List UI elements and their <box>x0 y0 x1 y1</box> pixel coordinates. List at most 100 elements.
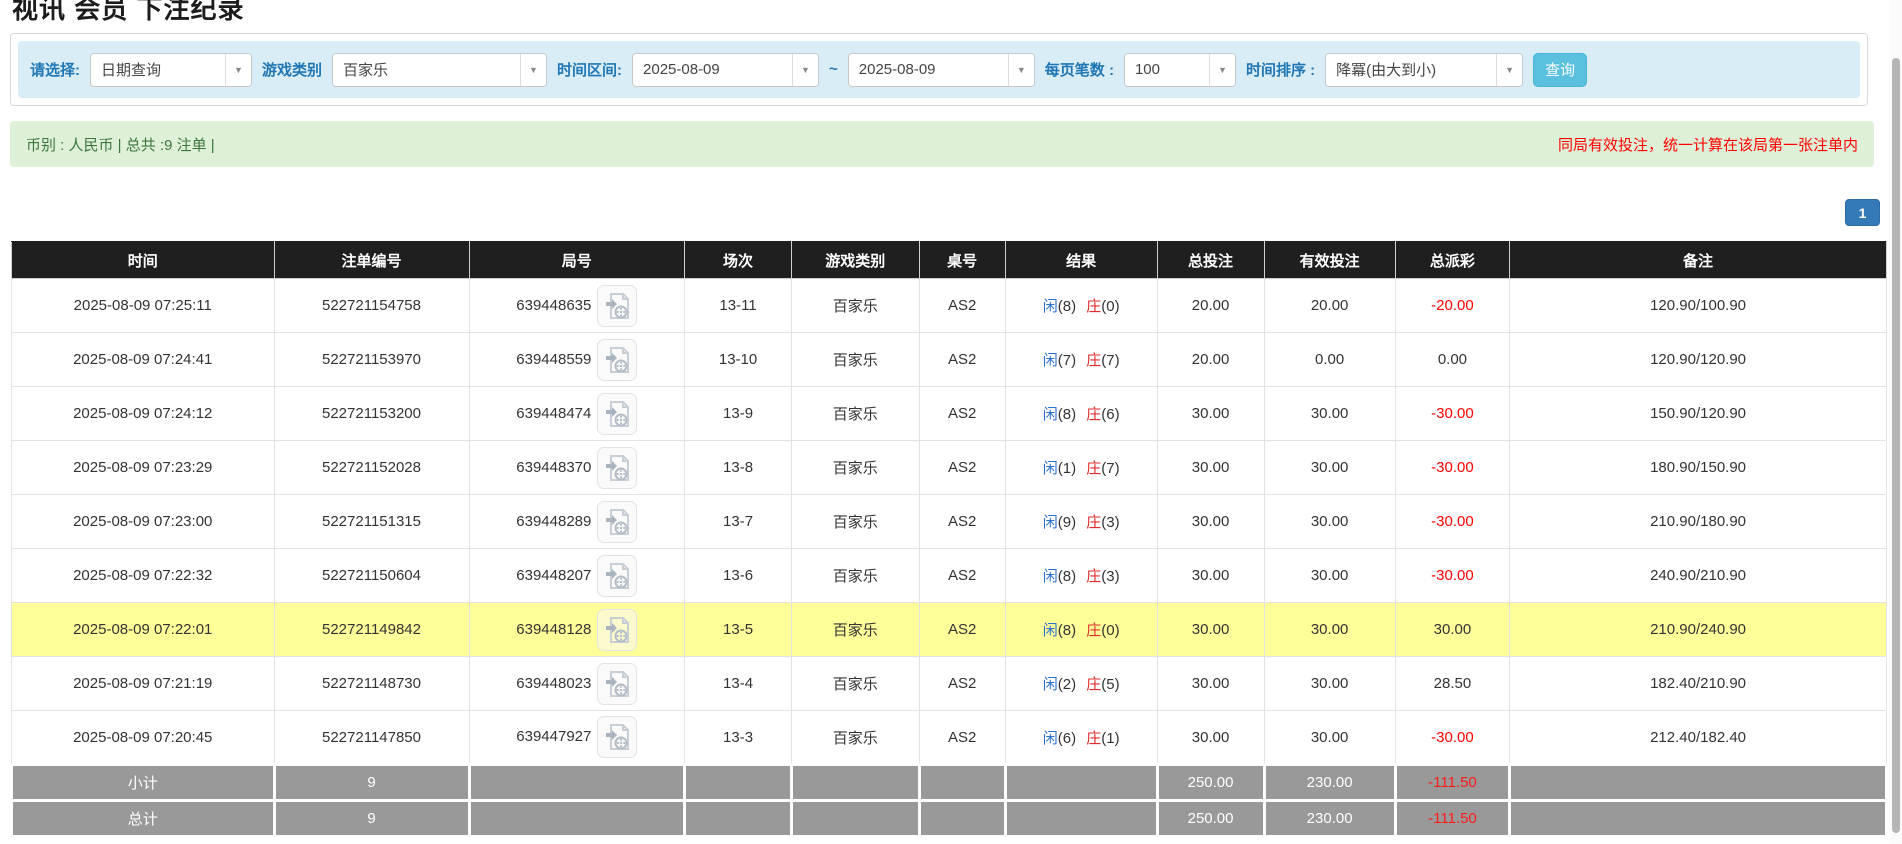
header-note: 备注 <box>1510 242 1887 279</box>
cell-time: 2025-08-09 07:22:32 <box>12 549 275 603</box>
cell-note: 212.40/182.40 <box>1510 711 1887 765</box>
cell-total-bet[interactable]: 30.00 <box>1157 603 1264 657</box>
cell-note: 182.40/210.90 <box>1510 657 1887 711</box>
cell-total-bet[interactable]: 20.00 <box>1157 279 1264 333</box>
header-payout: 总派彩 <box>1395 242 1509 279</box>
cell-note: 210.90/180.90 <box>1510 495 1887 549</box>
result-banker-count: (0) <box>1101 622 1119 639</box>
chevron-down-icon[interactable]: ▼ <box>1496 54 1522 86</box>
cell-game-category: 百家乐 <box>792 333 920 387</box>
cell-payout: 28.50 <box>1395 657 1509 711</box>
result-banker-count: (7) <box>1101 352 1119 369</box>
page: 视讯 会员 下注纪录 请选择: 日期查询 ▼ 游戏类别 百家乐 ▼ 时间区间: … <box>0 0 1902 844</box>
date-to-value: 2025-08-09 <box>849 54 1008 86</box>
video-replay-button[interactable] <box>597 447 637 489</box>
result-banker-label: 庄 <box>1086 514 1101 531</box>
total-payout: -111.50 <box>1395 801 1509 837</box>
round-id-text: 639448635 <box>516 296 591 313</box>
chevron-down-icon[interactable]: ▼ <box>1209 54 1235 86</box>
header-session: 场次 <box>685 242 792 279</box>
subtotal-label: 小计 <box>12 765 275 801</box>
cell-total-bet[interactable]: 30.00 <box>1157 549 1264 603</box>
date-from-select[interactable]: 2025-08-09 ▼ <box>632 53 819 87</box>
cell-total-bet[interactable]: 30.00 <box>1157 495 1264 549</box>
result-banker-label: 庄 <box>1086 568 1101 585</box>
scrollbar-thumb[interactable] <box>1892 58 1900 833</box>
cell-round-id: 639448559 <box>469 333 685 387</box>
cell-total-bet[interactable]: 30.00 <box>1157 387 1264 441</box>
round-id-text: 639448370 <box>516 458 591 475</box>
video-replay-button[interactable] <box>597 285 637 327</box>
video-replay-button[interactable] <box>597 716 637 758</box>
cell-total-bet[interactable]: 30.00 <box>1157 711 1264 765</box>
cell-table-no: AS2 <box>919 495 1005 549</box>
header-time: 时间 <box>12 242 275 279</box>
chevron-down-icon[interactable]: ▼ <box>225 54 251 86</box>
cell-result: 闲(6) 庄(1) <box>1005 711 1157 765</box>
game-category-select[interactable]: 百家乐 ▼ <box>332 53 547 87</box>
chevron-down-icon[interactable]: ▼ <box>1008 54 1034 86</box>
game-category-value: 百家乐 <box>333 54 520 86</box>
cell-total-bet[interactable]: 30.00 <box>1157 441 1264 495</box>
date-to-select[interactable]: 2025-08-09 ▼ <box>848 53 1035 87</box>
round-id-text: 639448474 <box>516 404 591 421</box>
cell-time: 2025-08-09 07:23:29 <box>12 441 275 495</box>
cell-result: 闲(8) 庄(3) <box>1005 549 1157 603</box>
chevron-down-icon[interactable]: ▼ <box>792 54 818 86</box>
cell-table-no: AS2 <box>919 603 1005 657</box>
cell-game-category: 百家乐 <box>792 387 920 441</box>
result-player-label: 闲 <box>1043 460 1058 477</box>
cell-note: 210.90/240.90 <box>1510 603 1887 657</box>
cell-total-bet[interactable]: 30.00 <box>1157 657 1264 711</box>
cell-note: 120.90/120.90 <box>1510 333 1887 387</box>
cell-time: 2025-08-09 07:23:00 <box>12 495 275 549</box>
video-replay-button[interactable] <box>597 339 637 381</box>
result-player-count: (8) <box>1058 568 1076 585</box>
cell-time: 2025-08-09 07:20:45 <box>12 711 275 765</box>
chevron-down-icon[interactable]: ▼ <box>520 54 546 86</box>
video-replay-button[interactable] <box>597 501 637 543</box>
search-button[interactable]: 查询 <box>1533 53 1587 87</box>
total-label: 总计 <box>12 801 275 837</box>
header-round-id: 局号 <box>469 242 685 279</box>
page-size-select[interactable]: 100 ▼ <box>1124 53 1236 87</box>
result-player-label: 闲 <box>1043 406 1058 423</box>
subtotal-count: 9 <box>274 765 469 801</box>
table-header-row: 时间 注单编号 局号 场次 游戏类别 桌号 结果 总投注 有效投注 总派彩 备注 <box>12 242 1887 279</box>
video-replay-button[interactable] <box>597 663 637 705</box>
video-replay-button[interactable] <box>597 555 637 597</box>
video-replay-button[interactable] <box>597 393 637 435</box>
result-banker-count: (1) <box>1101 730 1119 747</box>
total-valid-bet: 230.00 <box>1264 801 1395 837</box>
cell-time: 2025-08-09 07:22:01 <box>12 603 275 657</box>
cell-round-id: 639448474 <box>469 387 685 441</box>
result-banker-count: (7) <box>1101 460 1119 477</box>
video-replay-button[interactable] <box>597 609 637 651</box>
game-category-label: 游戏类别 <box>262 59 322 80</box>
date-from-value: 2025-08-09 <box>633 54 792 86</box>
cell-payout: 0.00 <box>1395 333 1509 387</box>
subtotal-payout: -111.50 <box>1395 765 1509 801</box>
cell-payout: -30.00 <box>1395 495 1509 549</box>
cell-bet-id: 522721147850 <box>274 711 469 765</box>
cell-payout: -30.00 <box>1395 711 1509 765</box>
cell-result: 闲(1) 庄(7) <box>1005 441 1157 495</box>
cell-game-category: 百家乐 <box>792 711 920 765</box>
pagination: 1 <box>1845 199 1880 226</box>
cell-result: 闲(2) 庄(5) <box>1005 657 1157 711</box>
total-count: 9 <box>274 801 469 837</box>
result-player-count: (8) <box>1058 298 1076 315</box>
filter-panel: 请选择: 日期查询 ▼ 游戏类别 百家乐 ▼ 时间区间: 2025-08-09 … <box>10 33 1868 106</box>
query-type-select[interactable]: 日期查询 ▼ <box>90 53 252 87</box>
round-id-text: 639448023 <box>516 674 591 691</box>
cell-game-category: 百家乐 <box>792 441 920 495</box>
cell-session: 13-3 <box>685 711 792 765</box>
time-sort-select[interactable]: 降冪(由大到小) ▼ <box>1325 53 1523 87</box>
result-player-label: 闲 <box>1043 622 1058 639</box>
cell-total-bet[interactable]: 20.00 <box>1157 333 1264 387</box>
page-size-label: 每页笔数 : <box>1045 59 1114 80</box>
cell-payout: -20.00 <box>1395 279 1509 333</box>
query-type-label: 请选择: <box>30 59 80 80</box>
page-1-button[interactable]: 1 <box>1845 199 1880 226</box>
header-valid-bet: 有效投注 <box>1264 242 1395 279</box>
